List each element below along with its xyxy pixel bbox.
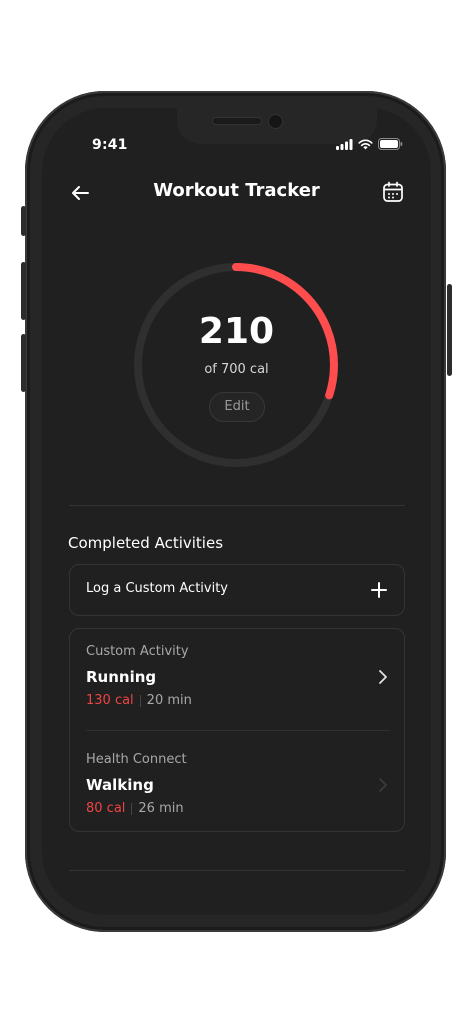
section-title: Completed Activities <box>68 534 224 552</box>
meta-separator <box>131 802 133 815</box>
activity-name: Running <box>86 668 157 686</box>
bottom-divider <box>69 870 405 871</box>
section-divider <box>69 505 405 506</box>
activity-source: Health Connect <box>86 752 187 767</box>
silent-switch <box>21 206 26 236</box>
speaker-grille <box>213 118 261 124</box>
status-icons <box>336 138 403 150</box>
calories-burned-value: 210 <box>198 311 275 352</box>
activity-source: Custom Activity <box>86 644 189 659</box>
signal-icon <box>336 138 353 150</box>
activities-list: Custom Activity Running 130 cal 20 min H… <box>69 628 405 832</box>
log-custom-activity-label: Log a Custom Activity <box>86 581 229 596</box>
activity-name: Walking <box>86 776 154 794</box>
meta-separator <box>139 694 141 707</box>
wifi-icon <box>358 139 373 149</box>
front-camera <box>269 115 282 128</box>
activity-meta: 80 cal 26 min <box>86 801 184 816</box>
calendar-icon[interactable] <box>381 180 405 204</box>
activity-duration: 26 min <box>138 801 184 816</box>
stage: 9:41 Workout Tracker 210 of 700 cal Edit… <box>0 0 473 1024</box>
chevron-right-icon <box>379 778 387 792</box>
calorie-goal-label: of 700 cal <box>204 362 269 377</box>
activity-item[interactable]: Custom Activity Running 130 cal 20 min <box>70 629 406 725</box>
activity-item[interactable]: Health Connect Walking 80 cal 26 min <box>70 737 406 833</box>
activity-calories: 80 cal <box>86 801 126 816</box>
activity-meta: 130 cal 20 min <box>86 693 192 708</box>
activity-duration: 20 min <box>146 693 192 708</box>
chevron-right-icon <box>379 670 387 684</box>
status-time: 9:41 <box>92 137 128 153</box>
activity-calories: 130 cal <box>86 693 134 708</box>
plus-icon <box>371 582 387 598</box>
log-custom-activity-button[interactable]: Log a Custom Activity <box>69 564 405 616</box>
edit-goal-button[interactable]: Edit <box>209 392 265 422</box>
item-divider <box>86 730 390 731</box>
battery-icon <box>378 138 403 150</box>
